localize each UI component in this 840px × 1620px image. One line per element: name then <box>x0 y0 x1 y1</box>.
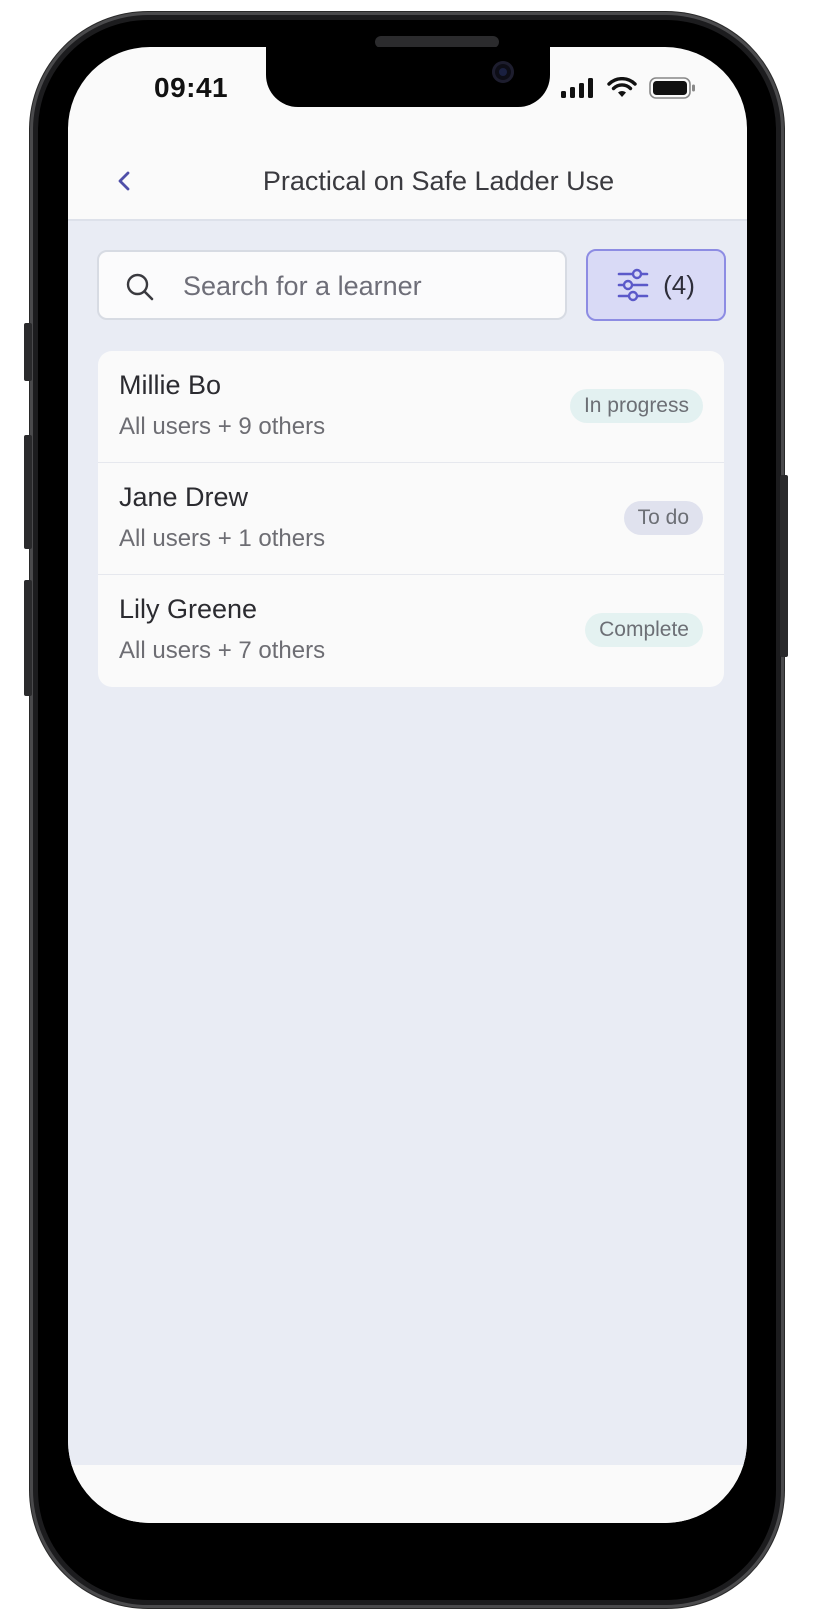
learner-groups: All users + 1 others <box>119 525 326 552</box>
learner-list: Millie Bo All users + 9 others In progre… <box>98 351 724 687</box>
learner-groups: All users + 9 others <box>119 413 326 440</box>
notch <box>266 47 550 107</box>
learner-list-content: (4) Millie Bo All users + 9 others In pr… <box>68 221 747 1465</box>
front-camera <box>492 61 514 83</box>
battery-icon <box>649 77 695 99</box>
status-badge: To do <box>623 501 703 535</box>
status-time: 09:41 <box>154 72 229 103</box>
volume-down-button <box>24 580 32 696</box>
nav-header: Practical on Safe Ladder Use <box>68 147 747 221</box>
learner-name: Jane Drew <box>119 482 249 512</box>
search-icon <box>125 272 155 302</box>
learner-row[interactable]: Millie Bo All users + 9 others In progre… <box>98 351 724 463</box>
search-input[interactable] <box>181 252 555 320</box>
volume-up-button <box>24 435 32 549</box>
mute-switch <box>24 323 32 381</box>
page-title: Practical on Safe Ladder Use <box>262 166 615 196</box>
status-badge: In progress <box>569 389 703 423</box>
cellular-signal-icon <box>561 78 593 98</box>
filter-count: (4) <box>663 269 695 300</box>
screen: 09:41 Practical on Safe Ladder Use Searc… <box>68 47 747 1523</box>
learner-name: Millie Bo <box>119 370 222 400</box>
sliders-icon <box>617 268 649 302</box>
home-indicator-area <box>68 1465 747 1523</box>
learner-row[interactable]: Lily Greene All users + 7 others Complet… <box>98 575 724 687</box>
filter-button[interactable]: (4) <box>586 249 726 321</box>
back-button[interactable] <box>108 161 140 201</box>
power-button <box>780 475 788 657</box>
status-badge: Complete <box>585 613 703 647</box>
search-box[interactable] <box>97 250 567 320</box>
wifi-icon <box>607 77 637 97</box>
learner-row[interactable]: Jane Drew All users + 1 others To do <box>98 463 724 575</box>
learner-name: Lily Greene <box>119 594 258 624</box>
chevron-left-icon <box>118 171 130 191</box>
status-icons <box>561 77 697 99</box>
learner-groups: All users + 7 others <box>119 637 326 664</box>
